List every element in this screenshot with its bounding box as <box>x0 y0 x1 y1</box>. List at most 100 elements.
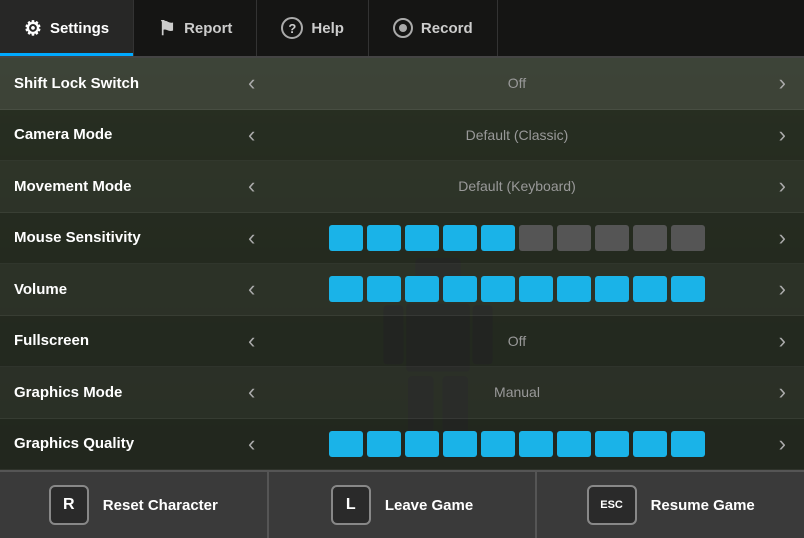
graphics-quality-next[interactable]: › <box>775 433 790 455</box>
movement-mode-label: Movement Mode <box>14 178 244 195</box>
setting-row-fullscreen: Fullscreen ‹ Off › <box>0 316 804 368</box>
tab-record[interactable]: Record <box>369 0 498 56</box>
graphics-quality-label: Graphics Quality <box>14 435 244 452</box>
vol-block-7 <box>557 276 591 302</box>
camera-mode-label: Camera Mode <box>14 126 244 143</box>
gq-block-3 <box>405 431 439 457</box>
leave-game-button[interactable]: L Leave Game <box>269 472 538 538</box>
setting-row-graphics-mode: Graphics Mode ‹ Manual › <box>0 367 804 419</box>
shift-lock-switch-label: Shift Lock Switch <box>14 75 244 92</box>
volume-label: Volume <box>14 281 244 298</box>
vol-block-9 <box>633 276 667 302</box>
setting-row-graphics-quality: Graphics Quality ‹ › <box>0 419 804 471</box>
reset-character-button[interactable]: R Reset Character <box>0 472 269 538</box>
resume-game-button[interactable]: ESC Resume Game <box>537 472 804 538</box>
graphics-quality-blocks <box>267 431 766 457</box>
volume-control: ‹ › <box>244 276 790 302</box>
vol-block-5 <box>481 276 515 302</box>
leave-game-key: L <box>331 485 371 525</box>
gq-block-6 <box>519 431 553 457</box>
volume-next[interactable]: › <box>775 278 790 300</box>
mouse-sensitivity-prev[interactable]: ‹ <box>244 227 259 249</box>
gq-block-9 <box>633 431 667 457</box>
block-2 <box>367 225 401 251</box>
movement-mode-prev[interactable]: ‹ <box>244 175 259 197</box>
mouse-sensitivity-label: Mouse Sensitivity <box>14 229 244 246</box>
record-icon <box>393 18 413 38</box>
flag-icon: ⚑ <box>158 16 176 41</box>
movement-mode-next[interactable]: › <box>775 175 790 197</box>
vol-block-2 <box>367 276 401 302</box>
mouse-sensitivity-next[interactable]: › <box>775 227 790 249</box>
vol-block-4 <box>443 276 477 302</box>
tab-help[interactable]: ? Help <box>257 0 369 56</box>
gq-block-10 <box>671 431 705 457</box>
tab-record-label: Record <box>421 20 473 37</box>
gq-block-1 <box>329 431 363 457</box>
resume-game-label: Resume Game <box>651 497 755 514</box>
camera-mode-next[interactable]: › <box>775 124 790 146</box>
gear-icon: ⚙ <box>24 16 42 41</box>
reset-character-label: Reset Character <box>103 497 218 514</box>
movement-mode-control: ‹ Default (Keyboard) › <box>244 175 790 197</box>
block-3 <box>405 225 439 251</box>
movement-mode-value: Default (Keyboard) <box>267 178 766 194</box>
shift-lock-switch-value: Off <box>267 75 766 91</box>
setting-row-shift-lock-switch: Shift Lock Switch ‹ Off › <box>0 58 804 110</box>
settings-panel: ⚙ Settings ⚑ Report ? Help Record Shift … <box>0 0 804 538</box>
block-7 <box>557 225 591 251</box>
graphics-mode-value: Manual <box>267 384 766 400</box>
fullscreen-value: Off <box>267 333 766 349</box>
fullscreen-prev[interactable]: ‹ <box>244 330 259 352</box>
gq-block-4 <box>443 431 477 457</box>
block-5 <box>481 225 515 251</box>
setting-row-mouse-sensitivity: Mouse Sensitivity ‹ › <box>0 213 804 265</box>
setting-row-camera-mode: Camera Mode ‹ Default (Classic) › <box>0 110 804 162</box>
camera-mode-value: Default (Classic) <box>267 127 766 143</box>
shift-lock-switch-next[interactable]: › <box>775 72 790 94</box>
gq-block-7 <box>557 431 591 457</box>
gq-block-2 <box>367 431 401 457</box>
tab-report-label: Report <box>184 20 232 37</box>
nav-tabs: ⚙ Settings ⚑ Report ? Help Record <box>0 0 804 58</box>
graphics-mode-prev[interactable]: ‹ <box>244 381 259 403</box>
mouse-sensitivity-control: ‹ › <box>244 225 790 251</box>
block-9 <box>633 225 667 251</box>
gq-block-8 <box>595 431 629 457</box>
resume-game-key: ESC <box>587 485 637 525</box>
graphics-mode-next[interactable]: › <box>775 381 790 403</box>
volume-prev[interactable]: ‹ <box>244 278 259 300</box>
tab-settings-label: Settings <box>50 20 109 37</box>
fullscreen-label: Fullscreen <box>14 332 244 349</box>
volume-blocks <box>267 276 766 302</box>
help-icon: ? <box>281 17 303 39</box>
camera-mode-control: ‹ Default (Classic) › <box>244 124 790 146</box>
graphics-quality-prev[interactable]: ‹ <box>244 433 259 455</box>
vol-block-8 <box>595 276 629 302</box>
fullscreen-next[interactable]: › <box>775 330 790 352</box>
graphics-mode-label: Graphics Mode <box>14 384 244 401</box>
gq-block-5 <box>481 431 515 457</box>
tab-settings[interactable]: ⚙ Settings <box>0 0 134 56</box>
block-10 <box>671 225 705 251</box>
reset-character-key: R <box>49 485 89 525</box>
shift-lock-switch-control: ‹ Off › <box>244 72 790 94</box>
vol-block-1 <box>329 276 363 302</box>
block-8 <box>595 225 629 251</box>
vol-block-6 <box>519 276 553 302</box>
mouse-sensitivity-blocks <box>267 225 766 251</box>
setting-row-volume: Volume ‹ › <box>0 264 804 316</box>
block-6 <box>519 225 553 251</box>
graphics-quality-control: ‹ › <box>244 431 790 457</box>
vol-block-3 <box>405 276 439 302</box>
camera-mode-prev[interactable]: ‹ <box>244 124 259 146</box>
block-1 <box>329 225 363 251</box>
graphics-mode-control: ‹ Manual › <box>244 381 790 403</box>
shift-lock-switch-prev[interactable]: ‹ <box>244 72 259 94</box>
setting-row-movement-mode: Movement Mode ‹ Default (Keyboard) › <box>0 161 804 213</box>
leave-game-label: Leave Game <box>385 497 473 514</box>
vol-block-10 <box>671 276 705 302</box>
tab-report[interactable]: ⚑ Report <box>134 0 257 56</box>
bottom-buttons: R Reset Character L Leave Game ESC Resum… <box>0 470 804 538</box>
tab-help-label: Help <box>311 20 344 37</box>
